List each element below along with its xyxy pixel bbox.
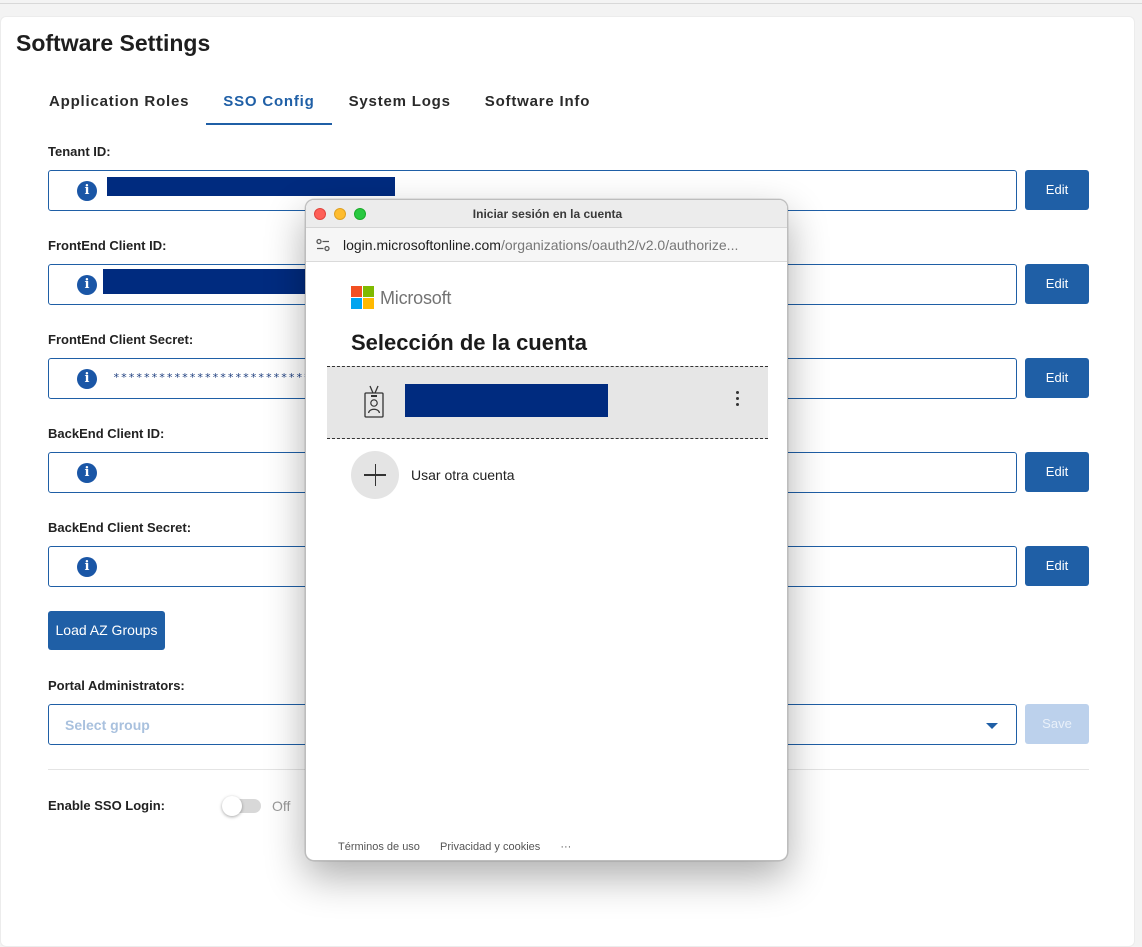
window-top-edge	[0, 0, 1142, 4]
info-icon[interactable]: i	[77, 369, 97, 389]
tab-application-roles[interactable]: Application Roles	[32, 86, 206, 125]
terms-of-use-link[interactable]: Términos de uso	[338, 841, 420, 853]
url-text[interactable]: login.microsoftonline.com/organizations/…	[343, 237, 738, 253]
info-icon[interactable]: i	[77, 463, 97, 483]
redacted-value	[107, 177, 395, 196]
info-icon[interactable]: i	[77, 181, 97, 201]
tab-software-info[interactable]: Software Info	[468, 86, 607, 125]
plus-icon	[351, 451, 399, 499]
backend-client-secret-label: BackEnd Client Secret:	[48, 520, 192, 535]
select-placeholder: Select group	[65, 717, 150, 733]
redacted-value	[103, 269, 307, 294]
backend-client-secret-edit-button[interactable]: Edit	[1025, 546, 1089, 586]
account-selection-heading: Selección de la cuenta	[351, 330, 587, 355]
tab-sso-config[interactable]: SSO Config	[206, 86, 332, 125]
save-button[interactable]: Save	[1025, 704, 1089, 744]
microsoft-logo-icon	[351, 286, 374, 309]
url-domain: login.microsoftonline.com	[343, 237, 501, 253]
toggle-knob[interactable]	[222, 796, 242, 816]
popup-titlebar[interactable]: Iniciar sesión en la cuenta	[306, 200, 787, 228]
frontend-client-id-edit-button[interactable]: Edit	[1025, 264, 1089, 304]
frontend-client-secret-edit-button[interactable]: Edit	[1025, 358, 1089, 398]
page-title: Software Settings	[16, 30, 211, 56]
tenant-id-edit-button[interactable]: Edit	[1025, 170, 1089, 210]
id-badge-icon	[364, 385, 384, 418]
more-footer-options-icon[interactable]: ···	[560, 841, 571, 853]
url-path: /organizations/oauth2/v2.0/authorize...	[500, 237, 739, 253]
portal-administrators-label: Portal Administrators:	[48, 678, 185, 693]
popup-window-title: Iniciar sesión en la cuenta	[472, 207, 623, 221]
sign-in-popup-window: Iniciar sesión en la cuenta login.micros…	[305, 199, 788, 861]
use-another-account-option[interactable]: Usar otra cuenta	[351, 450, 771, 500]
tab-system-logs[interactable]: System Logs	[332, 86, 468, 125]
frontend-client-secret-label: FrontEnd Client Secret:	[48, 332, 194, 347]
site-settings-icon[interactable]	[315, 237, 331, 253]
address-bar[interactable]: login.microsoftonline.com/organizations/…	[306, 228, 787, 262]
info-icon[interactable]: i	[77, 557, 97, 577]
more-options-icon[interactable]	[734, 388, 740, 409]
microsoft-brand-text: Microsoft	[380, 288, 452, 308]
backend-client-id-label: BackEnd Client ID:	[48, 426, 165, 441]
tenant-id-label: Tenant ID:	[48, 144, 111, 159]
info-icon[interactable]: i	[77, 275, 97, 295]
caret-down-icon[interactable]	[986, 723, 998, 729]
tab-bar: Application Roles SSO Config System Logs…	[32, 86, 607, 126]
frontend-client-id-label: FrontEnd Client ID:	[48, 238, 167, 253]
privacy-cookies-link[interactable]: Privacidad y cookies	[440, 841, 540, 853]
enable-sso-login-label: Enable SSO Login:	[48, 798, 166, 813]
account-tile[interactable]	[327, 366, 768, 439]
sso-login-toggle[interactable]	[222, 796, 261, 816]
sso-login-state: Off	[272, 798, 291, 814]
redacted-account-name	[405, 384, 608, 417]
popup-footer: Términos de uso Privacidad y cookies ···	[338, 841, 588, 853]
load-az-groups-button[interactable]: Load AZ Groups	[48, 611, 165, 650]
backend-client-id-edit-button[interactable]: Edit	[1025, 452, 1089, 492]
use-another-account-label: Usar otra cuenta	[411, 467, 515, 483]
